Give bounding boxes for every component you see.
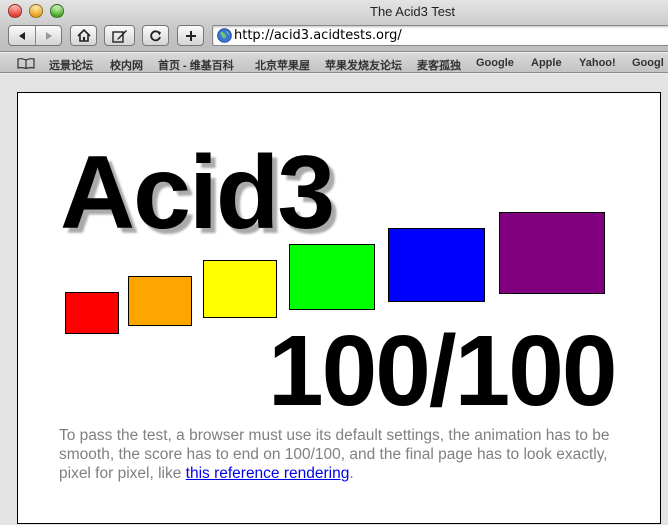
red-box <box>65 292 119 334</box>
bookmark-item[interactable]: 北京苹果屋 <box>255 57 310 73</box>
add-bookmark-button[interactable] <box>177 25 204 46</box>
web-content-area: Acid3 100/100 To pass the test, a browse… <box>0 74 668 525</box>
score-display: 100/100 <box>268 315 617 427</box>
address-bar[interactable]: http://acid3.acidtests.org/ <box>212 25 668 46</box>
address-url: http://acid3.acidtests.org/ <box>234 28 402 43</box>
bookmark-item[interactable]: 苹果发烧友论坛 <box>325 57 402 73</box>
back-button[interactable] <box>9 26 35 45</box>
bookmark-item[interactable]: Yahoo! <box>579 57 616 69</box>
forward-arrow-icon <box>45 31 52 40</box>
bookmark-item[interactable]: Googl <box>632 57 664 69</box>
pass-criteria-note: To pass the test, a browser must use its… <box>59 426 634 483</box>
bookmark-item[interactable]: Google <box>476 57 514 69</box>
yellow-box <box>203 260 277 318</box>
green-box <box>289 244 375 310</box>
note-end: . <box>349 465 354 482</box>
home-icon <box>76 29 91 42</box>
open-book-icon[interactable] <box>17 58 35 69</box>
back-forward-buttons <box>8 25 62 46</box>
reload-button[interactable] <box>142 25 169 46</box>
window-titlebar: The Acid3 Test http://acid3.acidtests.or… <box>0 0 668 52</box>
bookmark-item[interactable]: 麦客孤独 <box>417 57 461 73</box>
globe-icon <box>217 28 232 43</box>
forward-button[interactable] <box>35 26 61 45</box>
orange-box <box>128 276 192 326</box>
bookmark-item[interactable]: 远景论坛 <box>49 57 93 73</box>
home-button[interactable] <box>70 25 97 46</box>
edit-button[interactable] <box>104 25 135 46</box>
bookmark-item[interactable]: Apple <box>531 57 562 69</box>
reload-icon <box>150 30 161 42</box>
back-arrow-icon <box>19 31 25 40</box>
bookmarks-bar: 远景论坛 校内网 首页 - 维基百科 北京苹果屋 苹果发烧友论坛 麦客孤独 Go… <box>0 53 668 73</box>
add-bookmark-icon <box>185 30 196 41</box>
bookmark-item[interactable]: 首页 - 维基百科 <box>158 57 234 73</box>
reference-rendering-link[interactable]: this reference rendering <box>186 465 350 482</box>
purple-box <box>499 212 605 294</box>
edit-pencil-icon <box>111 29 127 43</box>
acid3-page: Acid3 100/100 To pass the test, a browse… <box>17 92 661 524</box>
page-title: Acid3 <box>60 135 335 251</box>
blue-box <box>388 228 485 302</box>
window-title: The Acid3 Test <box>370 4 456 19</box>
bookmark-item[interactable]: 校内网 <box>110 57 143 73</box>
